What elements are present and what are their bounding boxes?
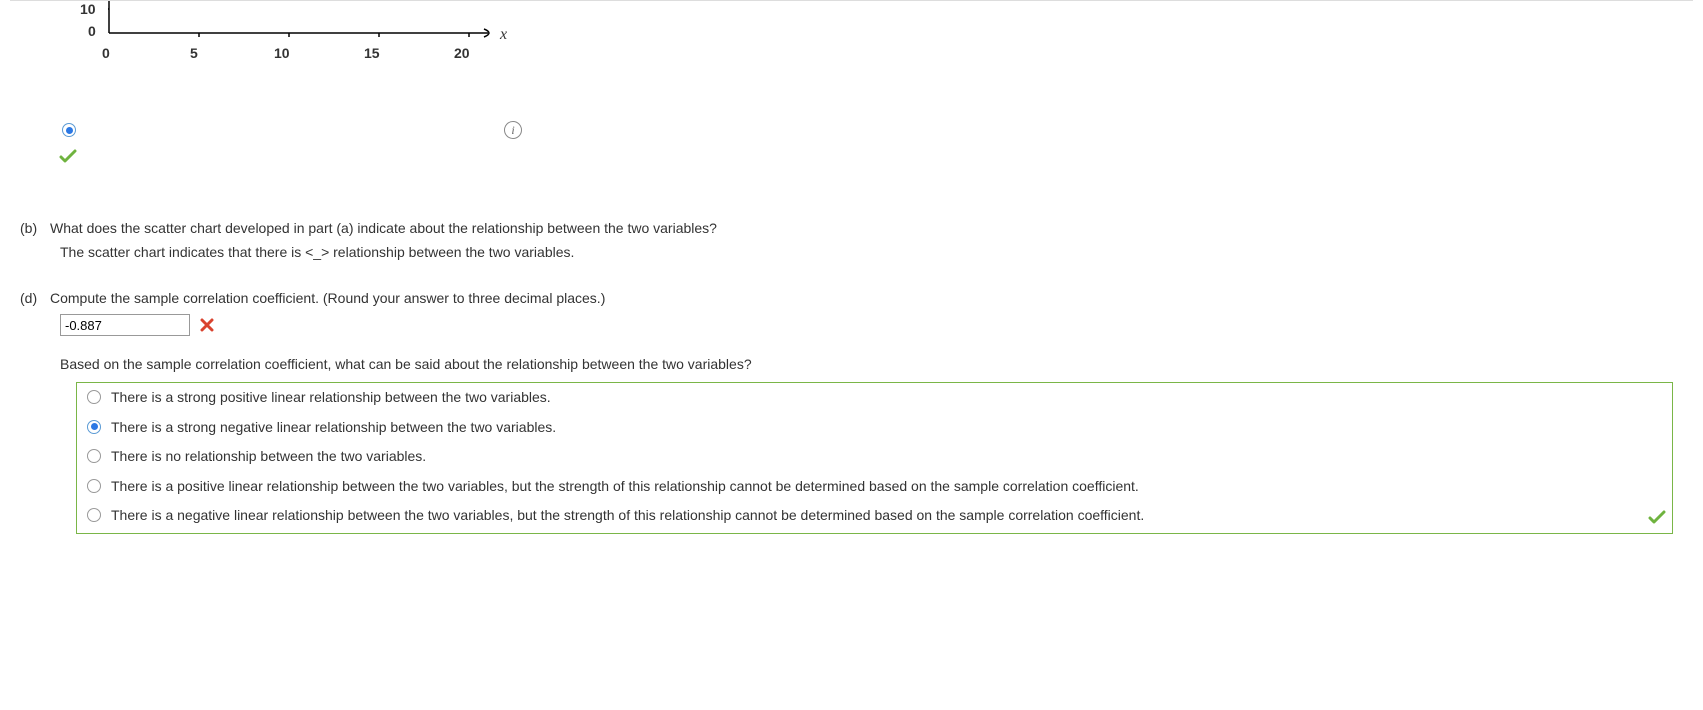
part-b-answer-template: The scatter chart indicates that there i… <box>60 244 1693 260</box>
part-d-label: (d) <box>20 290 50 306</box>
part-b-question: What does the scatter chart developed in… <box>50 220 1693 236</box>
axis-svg <box>108 1 508 46</box>
option-row[interactable]: There is no relationship between the two… <box>77 442 1672 472</box>
correct-check-icon <box>1648 510 1666 529</box>
option-row[interactable]: There is a negative linear relationship … <box>77 501 1672 531</box>
option-text: There is a negative linear relationship … <box>111 506 1662 526</box>
x-axis-variable: x <box>500 26 507 44</box>
chart-axis-fragment: 10 0 0 5 10 15 20 x <box>80 1 1693 61</box>
option-radio[interactable] <box>87 508 101 522</box>
option-row[interactable]: There is a strong negative linear relati… <box>77 413 1672 443</box>
incorrect-x-icon <box>200 318 214 332</box>
option-radio[interactable] <box>87 449 101 463</box>
part-d-sub-question: Based on the sample correlation coeffici… <box>60 356 1693 372</box>
correct-check-icon <box>59 149 1693 165</box>
option-text: There is a strong negative linear relati… <box>111 418 1662 438</box>
part-b-label: (b) <box>20 220 50 236</box>
option-text: There is a strong positive linear relati… <box>111 388 1662 408</box>
correlation-input[interactable] <box>60 314 190 336</box>
info-icon[interactable]: i <box>504 121 522 139</box>
option-radio[interactable] <box>87 390 101 404</box>
option-row[interactable]: There is a strong positive linear relati… <box>77 383 1672 413</box>
chart-choice-radio[interactable] <box>62 123 76 137</box>
options-box: There is a strong positive linear relati… <box>76 382 1673 534</box>
option-radio[interactable] <box>87 420 101 434</box>
option-row[interactable]: There is a positive linear relationship … <box>77 472 1672 502</box>
option-text: There is a positive linear relationship … <box>111 477 1662 497</box>
y-tick-label: 0 <box>88 23 96 39</box>
part-d-question: Compute the sample correlation coefficie… <box>50 290 1693 306</box>
option-text: There is no relationship between the two… <box>111 447 1662 467</box>
y-tick-label: 10 <box>80 1 96 17</box>
option-radio[interactable] <box>87 479 101 493</box>
